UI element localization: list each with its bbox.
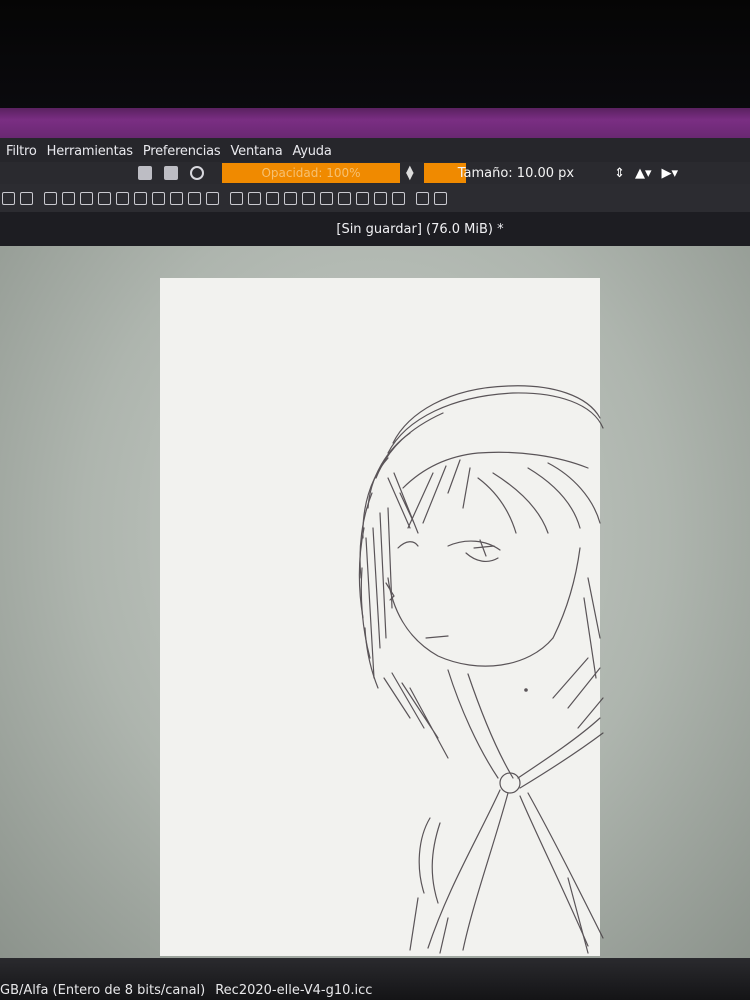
arrow-right-icon[interactable]: ▶▾ (662, 166, 679, 181)
menu-filtro[interactable]: Filtro (6, 144, 37, 159)
scissors-select-icon[interactable] (320, 191, 333, 205)
size-label: Tamaño: 10.00 px (457, 165, 575, 181)
free-select-icon[interactable] (266, 191, 279, 205)
opacity-spinner[interactable]: ▲ ▼ (406, 165, 414, 182)
document-title[interactable]: [Sin guardar] (76.0 MiB) * (336, 222, 503, 237)
crop-tool-icon[interactable] (20, 191, 33, 205)
flip-tool-icon[interactable] (98, 191, 111, 205)
toolbox (0, 184, 750, 212)
paintbrush-icon[interactable] (152, 191, 165, 205)
window-titlebar (0, 108, 750, 138)
unified-transform-icon[interactable] (44, 191, 57, 205)
tool-options-bar: Opacidad: 100% ▲ ▼ Tamaño: 10.00 px ⇕ ▲▾ … (0, 162, 750, 184)
color-mode-info: GB/Alfa (Entero de 8 bits/canal) (0, 983, 206, 998)
rect-select-icon[interactable] (230, 191, 243, 205)
ellipse-select-icon[interactable] (248, 191, 261, 205)
menu-herramientas[interactable]: Herramientas (47, 144, 133, 159)
perspective-tool-icon[interactable] (80, 191, 93, 205)
sketch-drawing (160, 278, 604, 956)
text-tool-icon[interactable] (116, 191, 129, 205)
menu-bar: Filtro Herramientas Preferencias Ventana… (0, 138, 750, 164)
monitor-bezel (0, 0, 750, 112)
document-tab-bar: [Sin guardar] (76.0 MiB) * (0, 212, 750, 246)
ink-icon[interactable] (206, 191, 219, 205)
zoom-tool-icon[interactable] (416, 191, 429, 205)
path-tool-icon[interactable] (134, 191, 147, 205)
warp-tool-icon[interactable] (62, 191, 75, 205)
heal-tool-icon[interactable] (374, 191, 387, 205)
status-bar: GB/Alfa (Entero de 8 bits/canal) Rec2020… (0, 958, 750, 1000)
menu-ayuda[interactable]: Ayuda (292, 144, 331, 159)
triangle-icon[interactable]: ▲▾ (635, 166, 652, 181)
hand-tool-icon[interactable] (434, 191, 447, 205)
clone-tool-icon[interactable] (356, 191, 369, 205)
brush-preset-icon[interactable] (138, 166, 152, 180)
smudge-tool-icon[interactable] (392, 191, 405, 205)
circle-icon[interactable] (190, 166, 204, 180)
color-select-icon[interactable] (302, 191, 315, 205)
fuzzy-select-icon[interactable] (284, 191, 297, 205)
color-profile: Rec2020-elle-V4-g10.icc (215, 983, 373, 998)
size-spinner[interactable]: ⇕ (614, 166, 625, 181)
eraser-icon[interactable] (170, 191, 183, 205)
opacity-slider[interactable]: Opacidad: 100% (222, 163, 400, 183)
drawing-canvas[interactable] (148, 278, 608, 956)
pattern-icon[interactable] (164, 166, 178, 180)
menu-preferencias[interactable]: Preferencias (143, 144, 221, 159)
airbrush-icon[interactable] (188, 191, 201, 205)
foreground-select-icon[interactable] (338, 191, 351, 205)
move-tool-icon[interactable] (2, 191, 15, 205)
menu-ventana[interactable]: Ventana (230, 144, 282, 159)
